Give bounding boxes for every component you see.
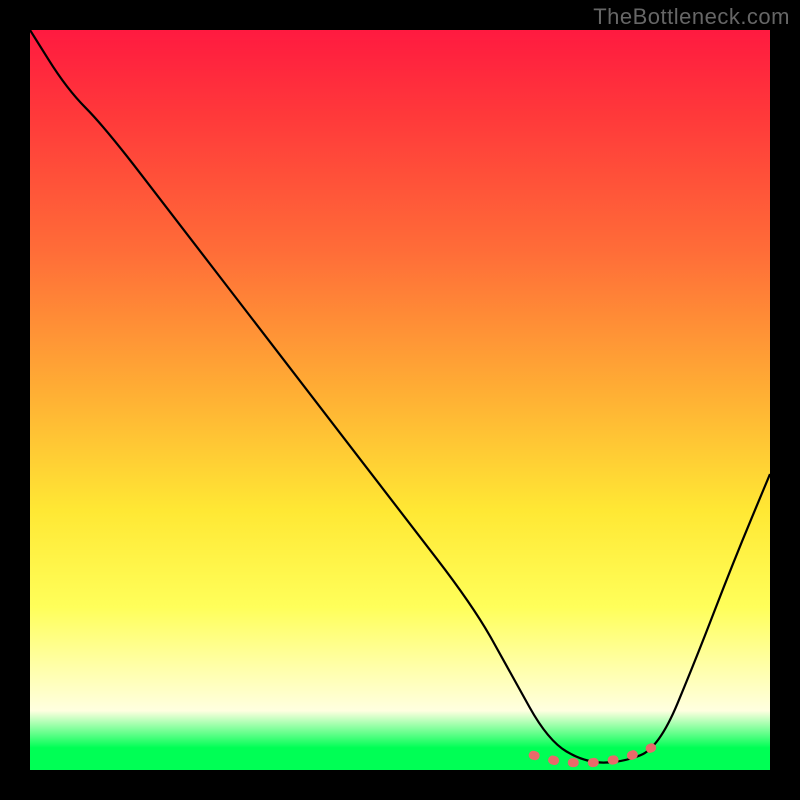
plot-area [30,30,770,770]
chart-svg [30,30,770,770]
watermark-text: TheBottleneck.com [593,4,790,30]
bottleneck-markers [533,748,651,763]
curve-line [30,30,770,763]
